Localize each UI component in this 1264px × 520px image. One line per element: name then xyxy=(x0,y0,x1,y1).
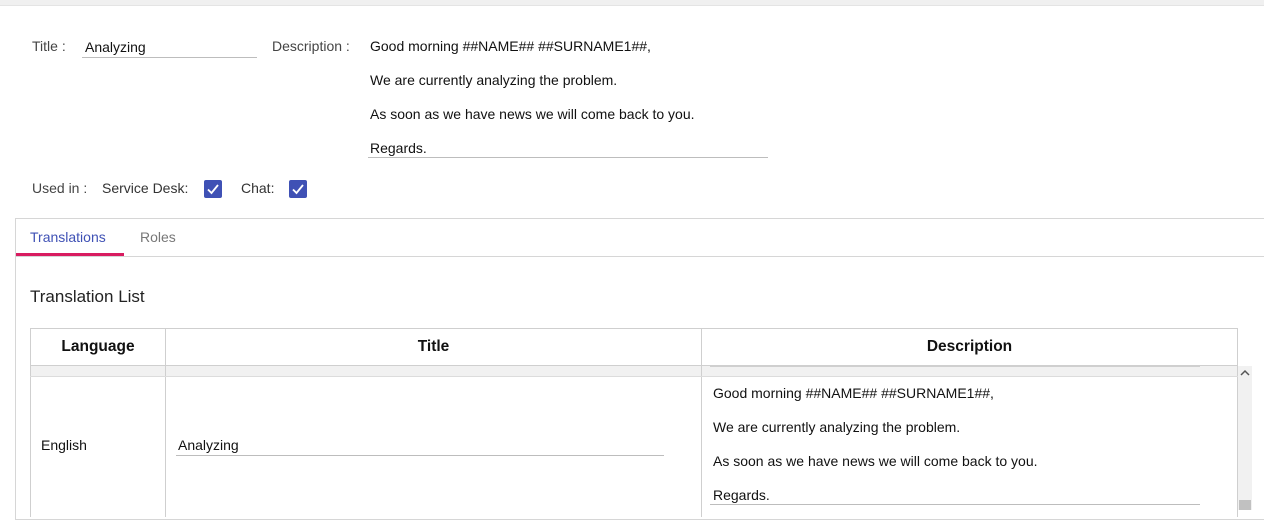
description-line: As soon as we have news we will come bac… xyxy=(370,106,695,122)
filter-cell xyxy=(165,365,702,377)
description-filter-underline xyxy=(710,366,1200,367)
row-description-line: Good morning ##NAME## ##SURNAME1##, xyxy=(713,385,994,401)
row-title-input[interactable]: Analyzing xyxy=(178,437,239,453)
row-description-underline xyxy=(710,504,1200,505)
language-value: English xyxy=(41,437,87,453)
filter-cell xyxy=(701,365,1238,377)
description-cell[interactable]: Good morning ##NAME## ##SURNAME1##, We a… xyxy=(701,376,1238,517)
title-label: Title : xyxy=(32,38,66,54)
language-cell: English xyxy=(30,376,166,517)
translation-list-heading: Translation List xyxy=(30,287,145,306)
description-line: Good morning ##NAME## ##SURNAME1##, xyxy=(370,38,651,54)
description-underline xyxy=(368,157,768,158)
title-input-underline xyxy=(82,57,257,58)
filter-row xyxy=(30,365,1238,377)
table-row[interactable]: English Analyzing Good morning ##NAME## … xyxy=(30,376,1238,517)
row-title-underline xyxy=(176,455,664,456)
row-description-line: Regards. xyxy=(713,487,770,503)
tab-translations[interactable]: Translations xyxy=(30,229,106,245)
column-header-title[interactable]: Title xyxy=(165,328,702,366)
description-line: We are currently analyzing the problem. xyxy=(370,72,618,88)
translation-table: Language Title Description English Analy… xyxy=(30,328,1238,517)
description-label: Description : xyxy=(272,38,350,54)
row-description-line: As soon as we have news we will come bac… xyxy=(713,453,1038,469)
description-line: Regards. xyxy=(370,140,427,156)
service-desk-checkbox[interactable] xyxy=(204,180,222,198)
tab-roles[interactable]: Roles xyxy=(140,229,176,245)
check-icon xyxy=(292,184,304,195)
tab-divider xyxy=(16,256,1264,257)
check-icon xyxy=(207,184,219,195)
title-cell[interactable]: Analyzing xyxy=(165,376,702,517)
table-scrollbar[interactable] xyxy=(1238,366,1252,510)
top-divider xyxy=(0,0,1264,6)
used-in-label: Used in : xyxy=(32,180,88,196)
column-header-language[interactable]: Language xyxy=(30,328,166,366)
chat-checkbox[interactable] xyxy=(289,180,307,198)
title-input[interactable]: Analyzing xyxy=(85,39,146,55)
scrollbar-thumb[interactable] xyxy=(1239,500,1251,510)
chevron-up-icon[interactable] xyxy=(1238,366,1252,382)
service-desk-label: Service Desk: xyxy=(102,180,189,196)
chat-label: Chat: xyxy=(241,180,275,196)
column-header-description[interactable]: Description xyxy=(701,328,1238,366)
row-description-line: We are currently analyzing the problem. xyxy=(713,419,961,435)
filter-cell xyxy=(30,365,166,377)
